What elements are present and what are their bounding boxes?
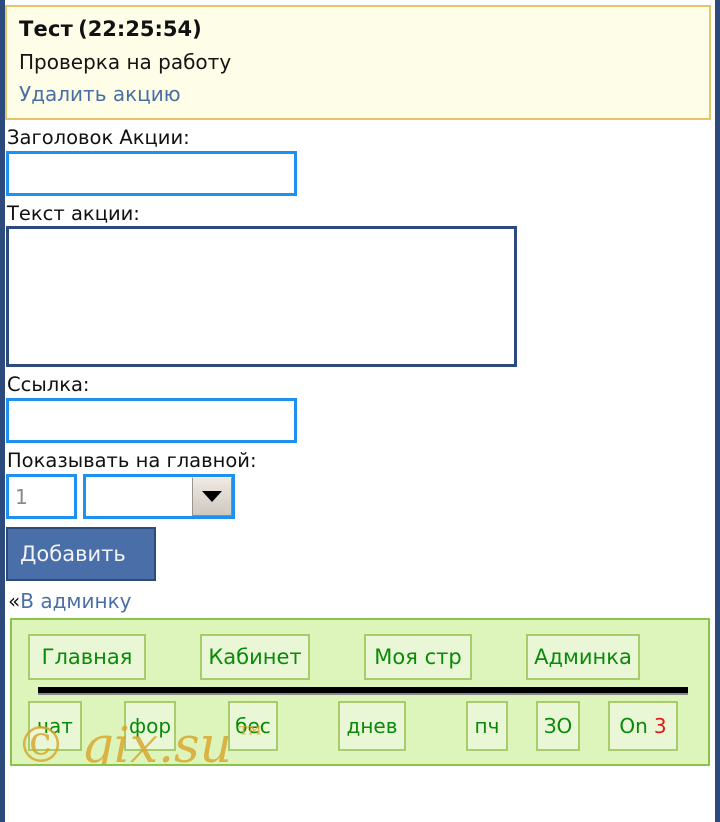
title-field-label: Заголовок Акции:: [7, 125, 190, 149]
nav-row-secondary: чат фор бес днев пч ЗО On 3: [18, 697, 702, 755]
announcement-time: (22:25:54): [78, 17, 202, 41]
chevron-down-icon: [202, 491, 222, 503]
online-label: On: [619, 714, 648, 739]
nav-button-admin[interactable]: Админка: [526, 634, 640, 681]
admin-back-row: «В админку: [6, 581, 715, 618]
nav-button-zo[interactable]: ЗО: [536, 701, 580, 752]
delete-announcement-link[interactable]: Удалить акцию: [19, 82, 181, 106]
nav-button-diary[interactable]: днев: [338, 701, 406, 752]
nav-button-my-page[interactable]: Моя стр: [364, 634, 472, 681]
show-on-main-row: [6, 474, 715, 520]
announcement-title-row: Тест (22:25:54): [19, 17, 709, 42]
nav-button-chat[interactable]: чат: [28, 701, 82, 752]
page-root: Тест (22:25:54) Проверка на работу Удали…: [0, 0, 720, 822]
order-number-input[interactable]: [6, 474, 77, 520]
admin-prefix-chevron: «: [8, 589, 21, 614]
nav-button-pch[interactable]: пч: [466, 701, 508, 752]
announcement-title: Тест: [19, 17, 73, 41]
online-count: 3: [653, 714, 667, 739]
announcement-form: Заголовок Акции: Текст акции: Ссылка: По…: [5, 120, 715, 618]
nav-row-primary: Главная Кабинет Моя стр Админка: [18, 628, 702, 686]
show-on-main-label: Показывать на главной:: [7, 449, 257, 473]
link-field-label: Ссылка:: [7, 373, 90, 397]
nav-button-bes[interactable]: бес: [228, 701, 278, 752]
announcement-card: Тест (22:25:54) Проверка на работу Удали…: [5, 5, 711, 120]
back-to-admin-link[interactable]: В админку: [20, 589, 131, 613]
title-input[interactable]: [6, 150, 297, 196]
nav-button-forum[interactable]: фор: [124, 701, 176, 752]
nav-button-cabinet[interactable]: Кабинет: [200, 634, 310, 681]
text-field-label: Текст акции:: [7, 201, 140, 225]
nav-button-online[interactable]: On 3: [608, 701, 678, 752]
bottom-nav-panel: Главная Кабинет Моя стр Админка чат фор …: [10, 618, 710, 767]
show-on-main-select[interactable]: [83, 474, 235, 520]
nav-button-main[interactable]: Главная: [28, 634, 146, 681]
submit-add-button[interactable]: Добавить: [6, 527, 156, 582]
text-textarea[interactable]: [6, 226, 517, 368]
link-input[interactable]: [6, 398, 297, 444]
select-dropdown-button[interactable]: [192, 477, 232, 517]
announcement-body: Проверка на работу: [19, 49, 232, 74]
nav-divider: [38, 687, 688, 696]
